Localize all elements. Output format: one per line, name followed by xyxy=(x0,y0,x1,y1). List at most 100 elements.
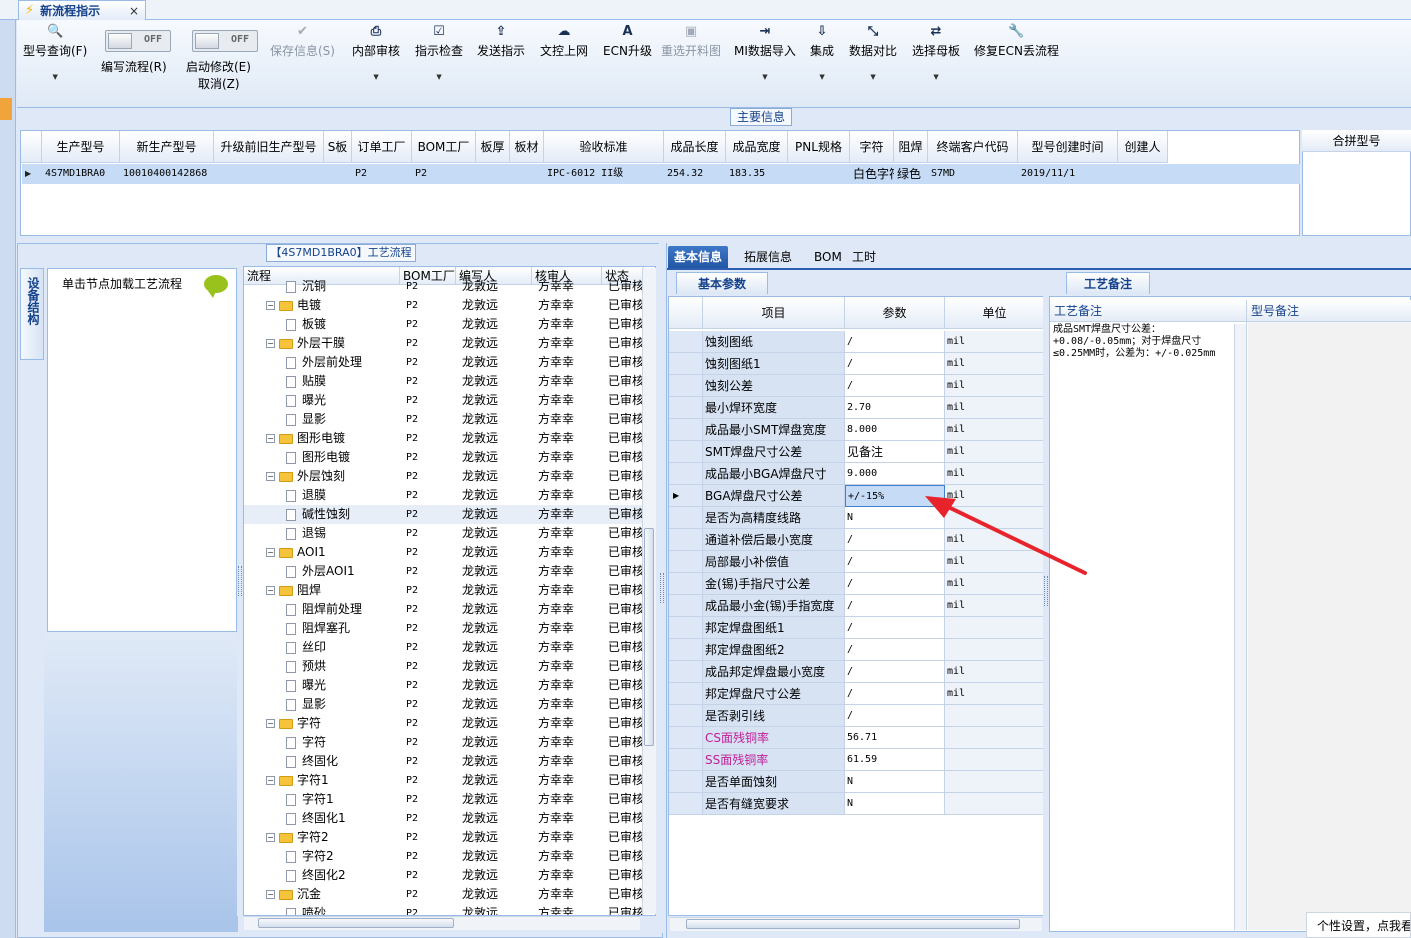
write-flow-toggle[interactable]: OFF xyxy=(105,30,171,52)
column-header[interactable]: 型号创建时间 xyxy=(1018,131,1118,163)
ecn-upgrade-button[interactable]: A ECN升级 xyxy=(603,24,652,59)
param-value-cell[interactable]: / xyxy=(845,551,945,573)
tree-row[interactable]: 字符1 P2 龙敦远 方幸幸 已审核 xyxy=(244,790,644,809)
row-header[interactable] xyxy=(669,595,703,617)
tab-new-flow-instruction[interactable]: ⚡ 新流程指示 × xyxy=(18,0,146,20)
table-cell[interactable]: 4S7MD1BRA0 xyxy=(42,164,120,184)
tree-row[interactable]: 曝光 P2 龙敦远 方幸幸 已审核 xyxy=(244,676,644,695)
tree-row[interactable]: 显影 P2 龙敦远 方幸幸 已审核 xyxy=(244,695,644,714)
param-value-cell[interactable]: / xyxy=(845,375,945,397)
flow-tree-hscroll-thumb[interactable] xyxy=(258,918,454,928)
collapse-icon[interactable]: − xyxy=(266,548,275,557)
tree-row[interactable]: 丝印 P2 龙敦远 方幸幸 已审核 xyxy=(244,638,644,657)
tree-row[interactable]: 喷砂 P2 龙敦远 方幸幸 已审核 xyxy=(244,904,644,915)
row-header[interactable] xyxy=(669,419,703,441)
params-row[interactable]: 邦定焊盘图纸2/ xyxy=(669,639,1043,661)
collapse-icon[interactable]: − xyxy=(266,890,275,899)
integrate-button[interactable]: ⇩ 集成 ▼ xyxy=(810,24,834,81)
column-header[interactable]: 终端客户代码 xyxy=(928,131,1018,163)
table-cell[interactable] xyxy=(324,164,352,184)
params-row[interactable]: 是否为高精度线路 N xyxy=(669,507,1043,529)
param-value-cell[interactable]: 9.000 xyxy=(845,463,945,485)
params-row[interactable]: 邦定焊盘尺寸公差 / mil xyxy=(669,683,1043,705)
start-edit-toggle[interactable]: OFF xyxy=(192,30,258,52)
column-header[interactable]: 升级前旧生产型号 xyxy=(214,131,324,163)
tree-row[interactable]: 贴膜 P2 龙敦远 方幸幸 已审核 xyxy=(244,372,644,391)
param-value-cell[interactable]: 56.71 xyxy=(845,727,945,749)
tree-row[interactable]: 显影 P2 龙敦远 方幸幸 已审核 xyxy=(244,410,644,429)
tree-row[interactable]: 碱性蚀刻 P2 龙敦远 方幸幸 已审核 xyxy=(244,505,644,524)
params-row[interactable]: 通道补偿后最小宽度 / mil xyxy=(669,529,1043,551)
notes-vertical-scrollbar[interactable] xyxy=(1234,324,1246,930)
row-header[interactable] xyxy=(669,617,703,639)
table-cell[interactable] xyxy=(510,164,544,184)
tree-row[interactable]: 外层AOI1 P2 龙敦远 方幸幸 已审核 xyxy=(244,562,644,581)
fix-ecn-lost-flow-button[interactable]: 🔧 修复ECN丢流程 xyxy=(974,24,1059,59)
tree-row[interactable]: 字符 P2 龙敦远 方幸幸 已审核 xyxy=(244,733,644,752)
main-splitter[interactable] xyxy=(659,243,665,933)
tree-row[interactable]: − 字符 P2 龙敦远 方幸幸 已审核 xyxy=(244,714,644,733)
row-header[interactable] xyxy=(669,705,703,727)
param-value-cell[interactable]: / xyxy=(845,661,945,683)
mi-data-import-button[interactable]: ⇥ MI数据导入 ▼ xyxy=(734,24,796,81)
grid-corner[interactable] xyxy=(21,131,42,163)
column-header[interactable]: 生产型号 xyxy=(42,131,120,163)
collapse-icon[interactable]: − xyxy=(266,301,275,310)
param-value-cell[interactable]: / xyxy=(845,683,945,705)
params-row[interactable]: 是否有缝宽要求 N xyxy=(669,793,1043,815)
table-cell[interactable] xyxy=(476,164,510,184)
param-value-cell[interactable]: / xyxy=(845,353,945,375)
param-value-cell[interactable]: / xyxy=(845,639,945,661)
row-header[interactable] xyxy=(669,749,703,771)
tree-row[interactable]: 终固化 P2 龙敦远 方幸幸 已审核 xyxy=(244,752,644,771)
column-header[interactable]: 字符 xyxy=(850,131,894,163)
params-column-header[interactable]: 参数 xyxy=(845,297,945,329)
tree-row[interactable]: 图形电镀 P2 龙敦远 方幸幸 已审核 xyxy=(244,448,644,467)
tab-extended-info[interactable]: 拓展信息 xyxy=(738,246,798,268)
equipment-structure-tab[interactable]: 设备结构 xyxy=(20,268,44,360)
table-cell[interactable]: P2 xyxy=(412,164,476,184)
column-header[interactable]: 创建人 xyxy=(1118,131,1168,163)
row-header[interactable] xyxy=(669,639,703,661)
table-cell[interactable]: 10010400142868 xyxy=(120,164,214,184)
tree-row[interactable]: 阻焊前处理 P2 龙敦远 方幸幸 已审核 xyxy=(244,600,644,619)
tree-row[interactable]: 终固化1 P2 龙敦远 方幸幸 已审核 xyxy=(244,809,644,828)
params-row[interactable]: 金(锡)手指尺寸公差 / mil xyxy=(669,573,1043,595)
params-row[interactable]: 成品最小BGA焊盘尺寸 9.000 mil xyxy=(669,463,1043,485)
collapse-icon[interactable]: − xyxy=(266,586,275,595)
collapse-icon[interactable]: − xyxy=(266,833,275,842)
column-header[interactable]: 订单工厂 xyxy=(352,131,412,163)
collapse-icon[interactable]: − xyxy=(266,719,275,728)
table-cell[interactable]: IPC-6012 II级 xyxy=(544,164,664,184)
row-header[interactable] xyxy=(669,375,703,397)
row-header[interactable] xyxy=(669,793,703,815)
save-info-button[interactable]: ✔ 保存信息(S) xyxy=(270,24,335,59)
tree-row[interactable]: − AOI1 P2 龙敦远 方幸幸 已审核 xyxy=(244,543,644,562)
instruction-check-button[interactable]: ☑ 指示检查 ▼ xyxy=(415,24,463,81)
tree-row[interactable]: − 阻焊 P2 龙敦远 方幸幸 已审核 xyxy=(244,581,644,600)
row-header[interactable] xyxy=(669,397,703,419)
table-cell[interactable]: 绿色 xyxy=(894,164,928,184)
chevron-down-icon[interactable]: ▼ xyxy=(810,73,834,81)
column-header[interactable]: 板材 xyxy=(510,131,544,163)
param-value-cell[interactable]: 见备注 xyxy=(845,441,945,463)
params-row[interactable]: ▶ BGA焊盘尺寸公差 +/-15% mil xyxy=(669,485,1043,507)
params-row[interactable]: SS面残铜率 61.59 xyxy=(669,749,1043,771)
param-value-cell[interactable]: +/-15% xyxy=(845,485,945,507)
collapse-icon[interactable]: − xyxy=(266,776,275,785)
params-row[interactable]: CS面残铜率 56.71 xyxy=(669,727,1043,749)
tab-basic-info[interactable]: 基本信息 xyxy=(668,246,729,268)
params-row[interactable]: 最小焊环宽度 2.70 mil xyxy=(669,397,1043,419)
tree-row[interactable]: − 外层干膜 P2 龙敦远 方幸幸 已审核 xyxy=(244,334,644,353)
doc-control-online-button[interactable]: ☁ 文控上网 xyxy=(540,24,588,59)
table-cell[interactable]: 2019/11/1 xyxy=(1018,164,1118,184)
tab-bom[interactable]: BOM xyxy=(808,246,848,268)
flow-tree-scroll-thumb[interactable] xyxy=(644,528,654,746)
table-cell[interactable] xyxy=(1118,164,1168,184)
grid-corner[interactable] xyxy=(669,297,703,329)
params-column-header[interactable]: 项目 xyxy=(703,297,845,329)
params-row[interactable]: 局部最小补偿值 / mil xyxy=(669,551,1043,573)
tree-row[interactable]: − 字符2 P2 龙敦远 方幸幸 已审核 xyxy=(244,828,644,847)
tab-basic-params[interactable]: 基本参数 xyxy=(676,272,768,294)
row-header[interactable] xyxy=(669,661,703,683)
